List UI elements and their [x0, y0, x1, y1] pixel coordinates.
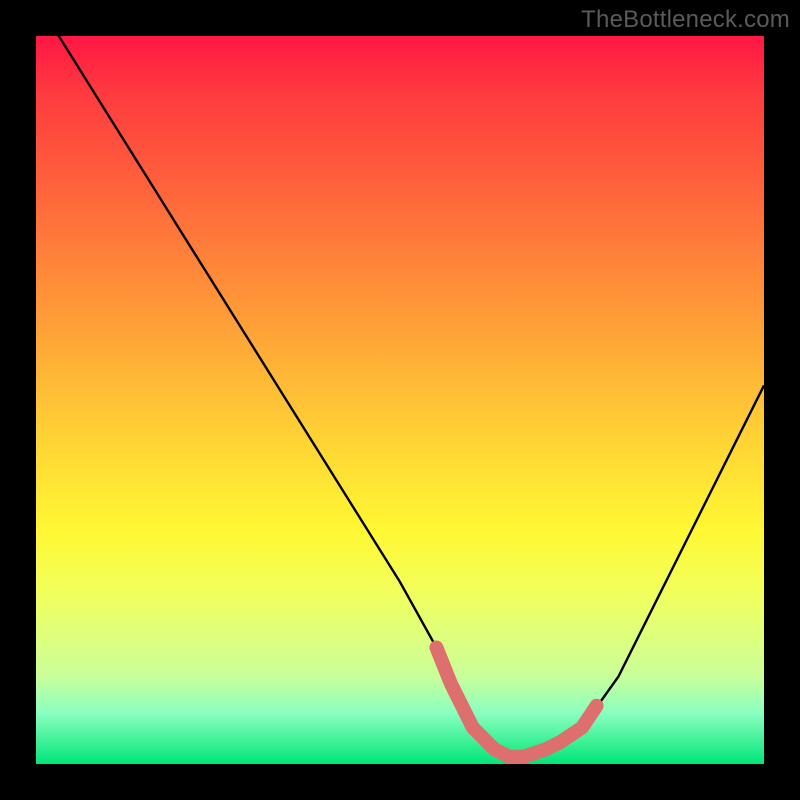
bottleneck-curve [36, 36, 764, 757]
plot-area [36, 36, 764, 764]
watermark-label: TheBottleneck.com [581, 6, 790, 34]
highlight-segment-bottom [495, 742, 561, 757]
chart-frame: TheBottleneck.com [0, 0, 800, 800]
highlight-segment-left [436, 648, 494, 750]
chart-svg [36, 36, 764, 764]
highlight-segment-right [560, 706, 596, 742]
